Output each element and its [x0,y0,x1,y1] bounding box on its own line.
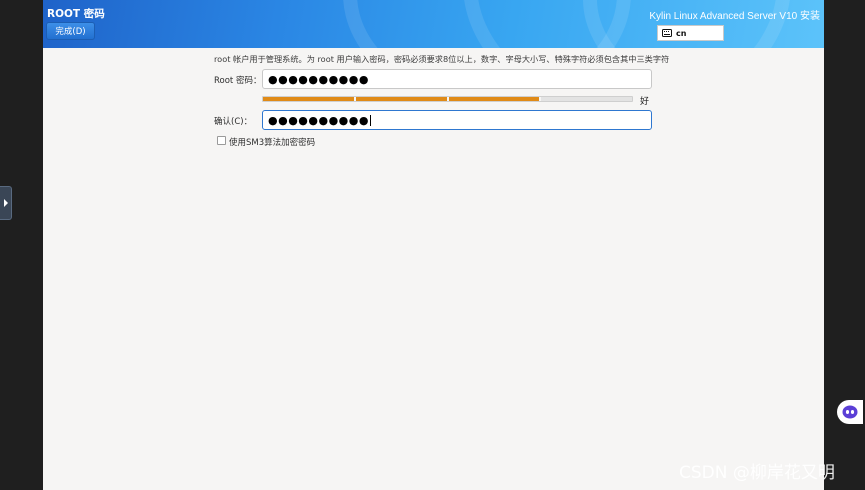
strength-segment [448,97,540,101]
confirm-password-value: ●●●●●●●●●● [268,113,369,127]
password-strength-bar [262,96,633,102]
sm3-encryption-checkbox[interactable] [217,136,226,145]
confirm-password-label: 确认(C)： [214,117,253,127]
strength-segment-empty [541,97,632,101]
password-strength-label: 好 [640,97,650,107]
product-title: Kylin Linux Advanced Server V10 安装 [649,11,820,22]
keyboard-layout-indicator[interactable]: cn [657,25,724,41]
assistant-icon [842,405,858,419]
keyboard-icon [662,29,672,37]
sm3-encryption-label[interactable]: 使用SM3算法加密密码 [229,136,315,148]
confirm-password-field[interactable]: ●●●●●●●●●● [262,110,652,130]
side-panel-handle[interactable] [0,186,12,220]
done-button[interactable]: 完成(D) [46,22,95,40]
password-description: root 帐户用于管理系统。为 root 用户输入密码，密码必须要求8位以上，数… [214,54,670,64]
chevron-right-icon [3,199,8,207]
header-bar: ROOT 密码 完成(D) Kylin Linux Advanced Serve… [43,0,824,48]
keyboard-layout-label: cn [676,28,687,38]
root-password-label: Root 密码： [214,76,262,86]
root-password-value: ●●●●●●●●●● [268,72,369,86]
text-caret [369,114,371,126]
page-title: ROOT 密码 [47,8,105,20]
strength-segment [355,97,447,101]
outer-frame-left [0,0,43,490]
strength-segment [263,97,354,101]
watermark: CSDN @柳岸花又明 [679,463,835,483]
root-password-field[interactable]: ●●●●●●●●●● [262,69,652,89]
assistant-button[interactable] [837,400,863,424]
installer-window: ROOT 密码 完成(D) Kylin Linux Advanced Serve… [43,0,824,490]
